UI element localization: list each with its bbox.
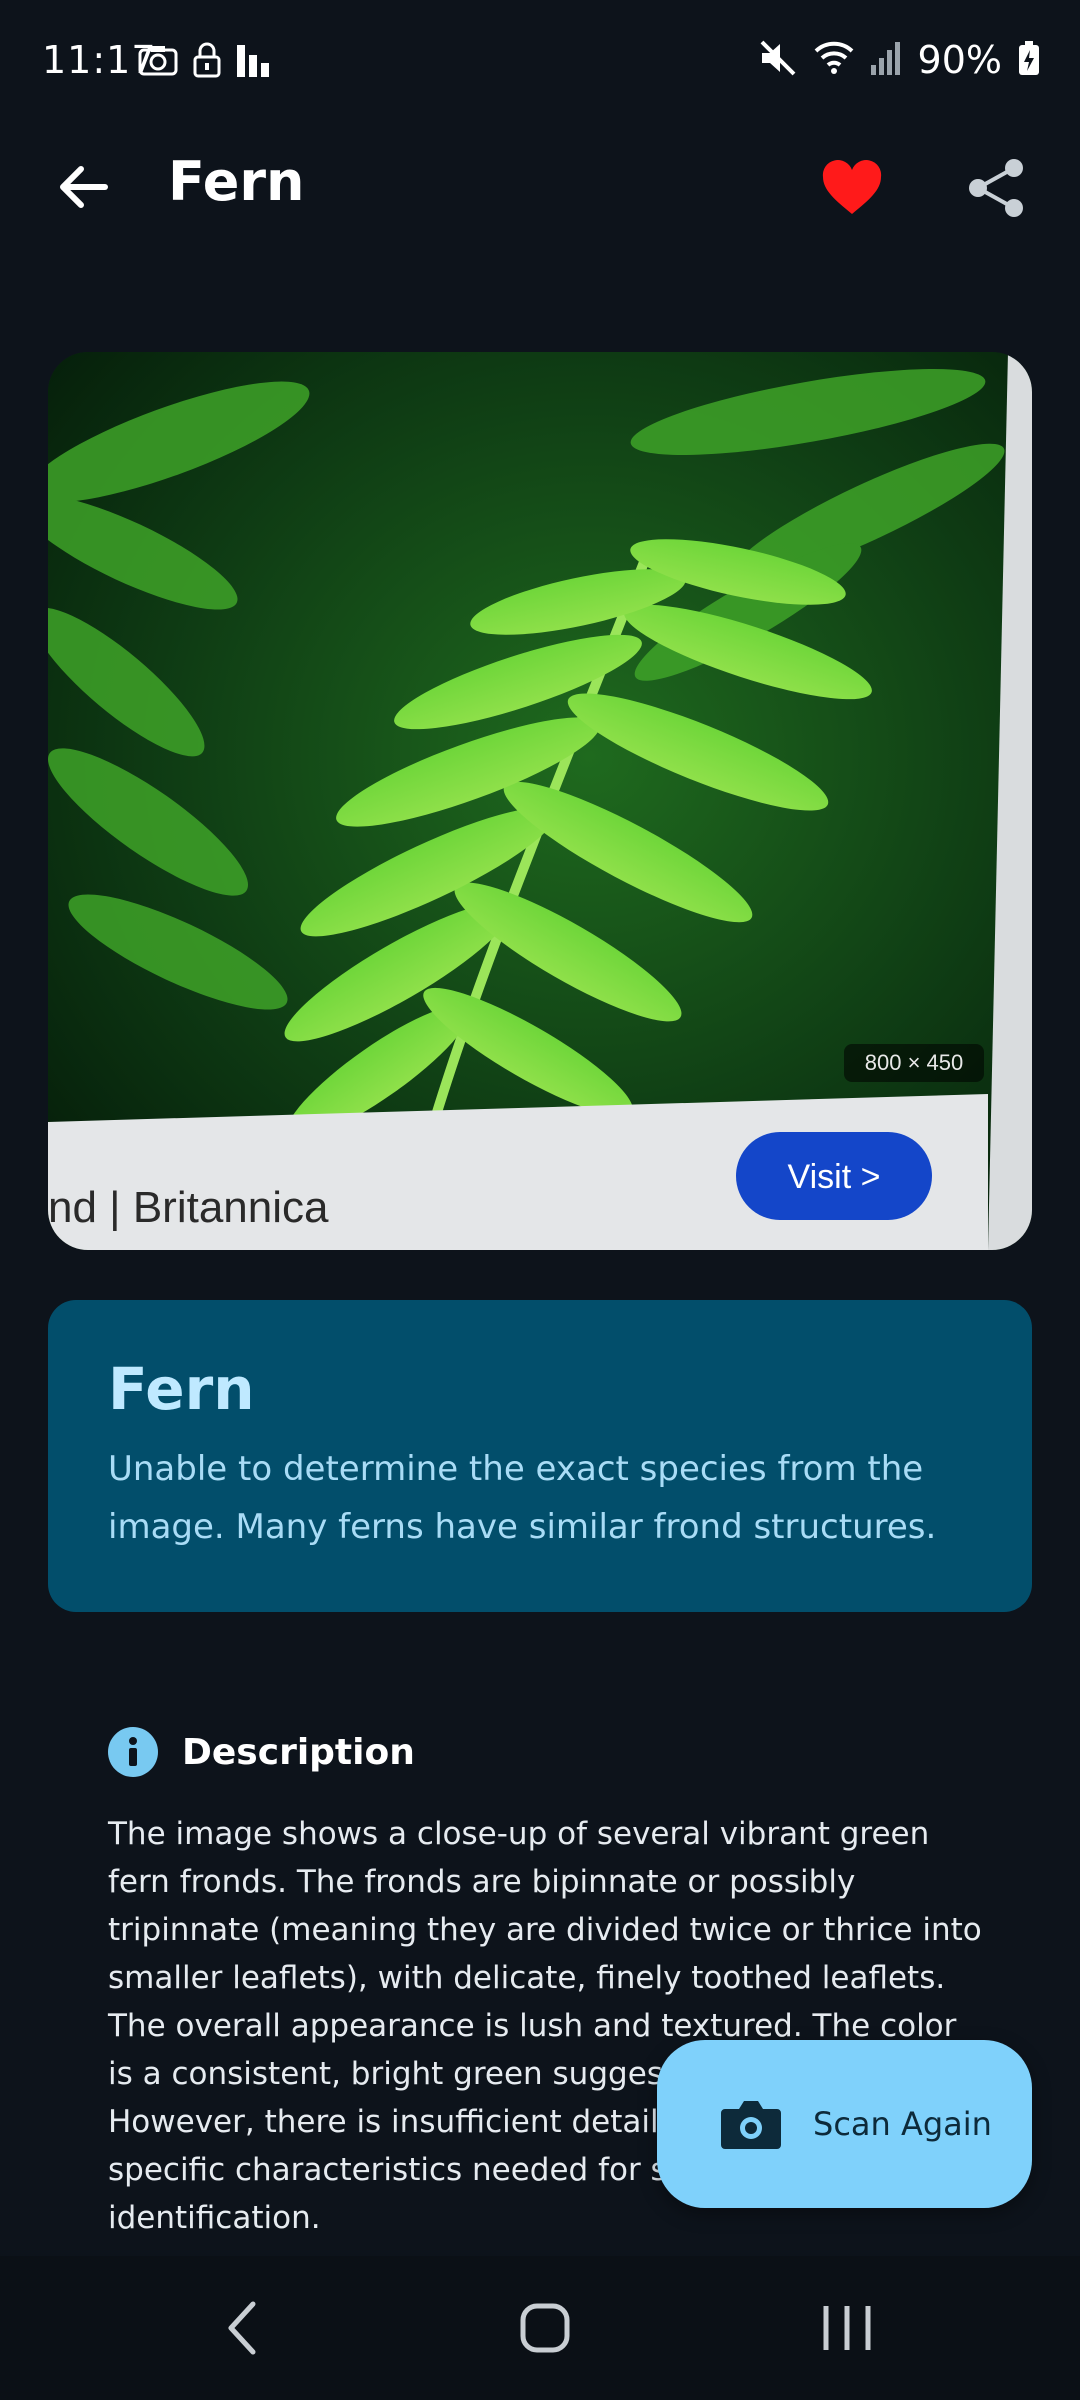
- camera-icon: [138, 44, 178, 80]
- wifi-icon: [814, 41, 854, 79]
- nav-back-button[interactable]: [198, 2292, 288, 2364]
- share-icon: [969, 159, 1023, 217]
- photo-caption: nd | Britannica: [48, 1183, 329, 1232]
- mute-icon: [758, 40, 798, 80]
- nav-home-button[interactable]: [500, 2292, 590, 2364]
- info-icon: [108, 1727, 158, 1777]
- photo-visit-label: Visit >: [788, 1158, 881, 1196]
- screen: 11:17 90% Fern 800 × 450 nd | Britannica…: [0, 0, 1080, 2400]
- arrow-back-icon: [60, 166, 108, 208]
- plant-photo: 800 × 450 nd | Britannica Visit >: [48, 352, 1032, 1250]
- status-bar: 11:17 90%: [0, 0, 1080, 120]
- system-nav-bar: [0, 2256, 1080, 2400]
- battery-percent: 90%: [917, 38, 1002, 82]
- app-bar: Fern: [0, 130, 1080, 240]
- nav-home-icon: [520, 2303, 570, 2353]
- heart-icon: [822, 160, 882, 214]
- signal-icon: [870, 41, 902, 79]
- identification-note: Unable to determine the exact species fr…: [108, 1448, 937, 1547]
- nav-recents-button[interactable]: [802, 2292, 892, 2364]
- plant-name: Fern: [108, 1355, 255, 1423]
- chart-icon: [236, 43, 272, 81]
- status-right: 90%: [758, 38, 1040, 82]
- battery-icon: [1018, 41, 1040, 79]
- nav-recents-icon: [823, 2306, 871, 2350]
- status-left-icons: [138, 42, 272, 82]
- description-header: Description: [108, 1720, 988, 1784]
- favorite-button[interactable]: [812, 150, 892, 226]
- back-button[interactable]: [48, 152, 118, 222]
- identification-card: Fern Unable to determine the exact speci…: [48, 1300, 1032, 1612]
- photo-size-label: 800 × 450: [865, 1050, 963, 1075]
- lock-icon: [192, 42, 222, 82]
- scan-again-label: Scan Again: [813, 2105, 992, 2143]
- scan-again-button[interactable]: Scan Again: [657, 2040, 1032, 2208]
- share-button[interactable]: [958, 150, 1034, 226]
- page-title: Fern: [168, 150, 305, 213]
- description-title: Description: [182, 1731, 415, 1773]
- camera-icon: [721, 2101, 781, 2149]
- nav-back-icon: [228, 2301, 256, 2355]
